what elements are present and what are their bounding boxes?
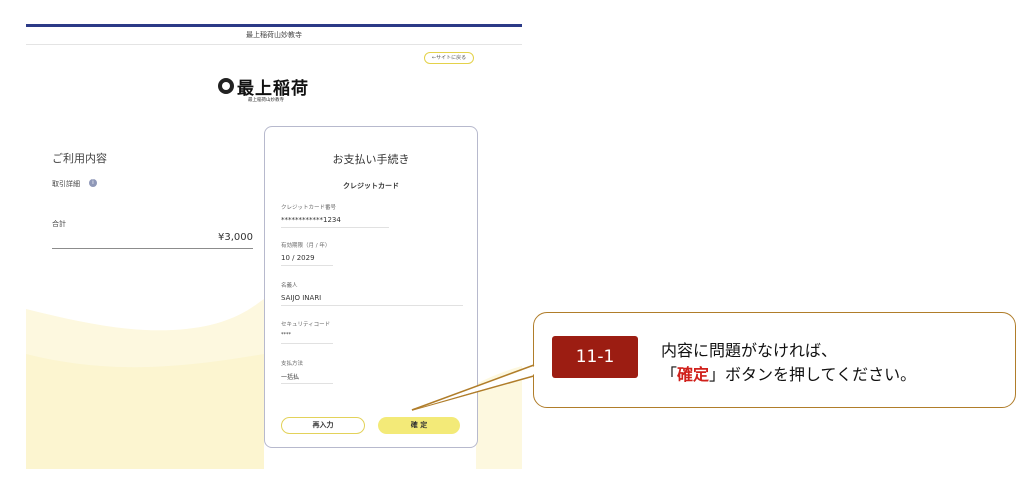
callout-pointer-cover	[411, 364, 535, 411]
step-badge: 11-1	[552, 336, 638, 378]
callout-highlight: 確定	[677, 365, 710, 384]
callout-text-rest: 」ボタンを押してください。	[709, 365, 917, 384]
callout-bracket-open: 「	[661, 365, 678, 384]
callout-text-line2: 「確定」ボタンを押してください。	[661, 361, 916, 385]
callout-text-line1: 内容に問題がなければ、	[661, 341, 838, 360]
